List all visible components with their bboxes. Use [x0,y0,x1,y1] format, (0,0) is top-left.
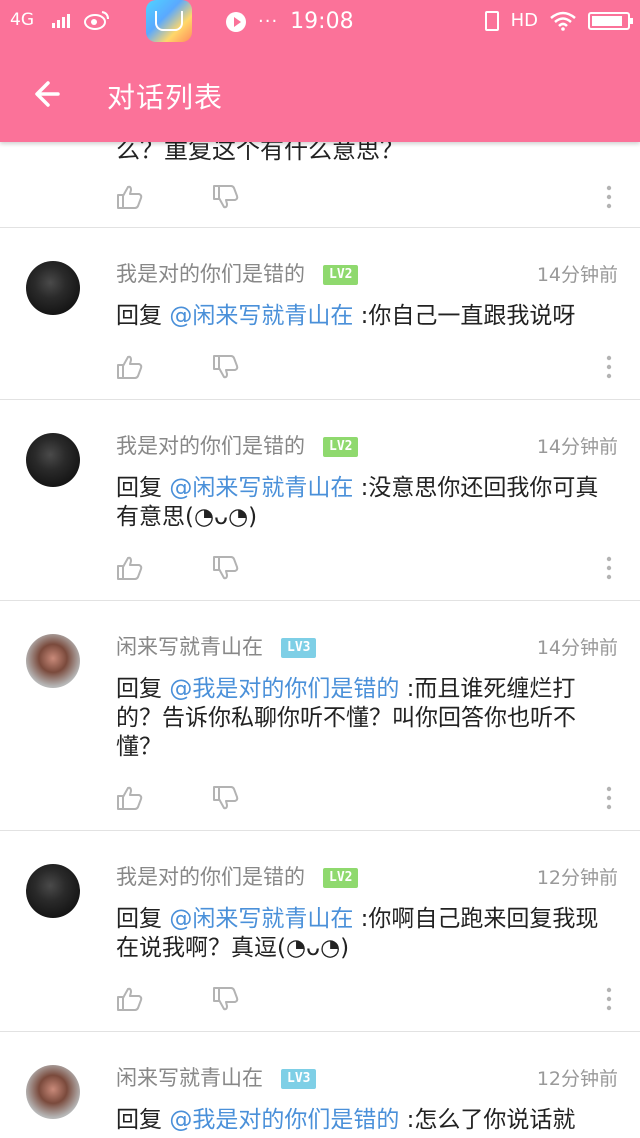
status-right: HD [484,10,633,31]
thumbs-down-icon[interactable] [212,785,240,811]
more-vertical-icon[interactable] [602,555,616,581]
timestamp: 14分钟前 [536,637,618,659]
username[interactable]: 我是对的你们是错的 LV2 [116,430,359,460]
thumbs-down-icon[interactable] [212,555,240,581]
thumbs-down-icon[interactable] [212,986,240,1012]
avatar[interactable] [26,634,80,688]
mention-link[interactable]: @闲来写就青山在 [169,303,353,329]
comment-actions [116,354,616,384]
more-vertical-icon[interactable] [602,354,616,380]
bilibili-app-icon [146,0,192,42]
comment-text: 么？重复这个有什么意思？ [116,142,404,164]
comment-text: 回复 @闲来写就青山在 :没意思你还回我你可真有意思(◔ᴗ◔) [116,475,599,530]
thumbs-up-icon[interactable] [116,986,144,1012]
hd-indicator: HD [510,10,538,31]
comment-actions [116,184,616,214]
weibo-icon [84,11,109,30]
sim-icon [484,10,499,31]
list-item-partial: 么？重复这个有什么意思？ [0,142,640,228]
comment-text: 回复 @闲来写就青山在 :你啊自己跑来回复我现在说我啊？真逗(◔ᴗ◔) [116,906,599,961]
thumbs-down-icon[interactable] [212,354,240,380]
avatar[interactable] [26,1065,80,1119]
thumbs-up-icon[interactable] [116,354,144,380]
list-item: 我是对的你们是错的 LV2 14分钟前 回复 @闲来写就青山在 :你自己一直跟我说… [0,228,640,400]
timestamp: 14分钟前 [536,436,618,458]
clock: 19:08 [290,9,354,34]
timestamp: 12分钟前 [536,1068,618,1090]
level-badge: LV3 [281,638,317,658]
more-vertical-icon[interactable] [602,986,616,1012]
more-vertical-icon[interactable] [602,184,616,210]
level-badge: LV2 [323,868,359,888]
list-item: 我是对的你们是错的 LV2 14分钟前 回复 @闲来写就青山在 :没意思你还回我你… [0,400,640,601]
list-item: 我是对的你们是错的 LV2 12分钟前 回复 @闲来写就青山在 :你啊自己跑来回复… [0,831,640,1032]
thumbs-down-icon[interactable] [212,184,240,210]
username[interactable]: 我是对的你们是错的 LV2 [116,258,359,288]
wifi-icon [550,11,576,31]
battery-icon [588,11,633,30]
thumbs-up-icon[interactable] [116,555,144,581]
timestamp: 14分钟前 [536,264,618,286]
comment-actions [116,555,616,585]
mention-link[interactable]: @我是对的你们是错的 [169,676,399,702]
username[interactable]: 我是对的你们是错的 LV2 [116,861,359,891]
list-item: 闲来写就青山在 LV3 12分钟前 回复 @我是对的你们是错的 :怎么了你说话就 [0,1032,640,1138]
level-badge: LV2 [323,265,359,285]
timestamp: 12分钟前 [536,867,618,889]
page-title: 对话列表 [107,81,224,114]
conversation-list: 么？重复这个有什么意思？ 我是对的你们是错的 LV2 14分钟前 回复 @闲来写就… [0,142,640,1138]
status-bar: 4G ··· 19:08 HD [0,0,640,46]
comment-actions [116,986,616,1016]
status-mid: ··· 19:08 [226,9,354,34]
thumbs-up-icon[interactable] [116,785,144,811]
level-badge: LV2 [323,437,359,457]
list-item: 闲来写就青山在 LV3 14分钟前 回复 @我是对的你们是错的 :而且谁死缠烂打的… [0,601,640,831]
mention-link[interactable]: @闲来写就青山在 [169,906,353,932]
username[interactable]: 闲来写就青山在 LV3 [116,631,317,661]
notification-more-dots: ··· [258,11,279,32]
more-vertical-icon[interactable] [602,785,616,811]
mention-link[interactable]: @闲来写就青山在 [169,475,353,501]
arrow-left-icon[interactable] [28,76,68,112]
username[interactable]: 闲来写就青山在 LV3 [116,1062,317,1092]
thumbs-up-icon[interactable] [116,184,144,210]
mention-link[interactable]: @我是对的你们是错的 [169,1107,399,1133]
avatar[interactable] [26,261,80,315]
status-left: 4G [10,10,110,30]
avatar[interactable] [26,433,80,487]
toolbar: 对话列表 [0,46,640,142]
media-play-icon [226,11,246,32]
comment-text: 回复 @闲来写就青山在 :你自己一直跟我说呀 [116,303,576,329]
comment-actions [116,785,616,815]
comment-text: 回复 @我是对的你们是错的 :而且谁死缠烂打的？告诉你私聊你听不懂？叫你回答你也… [116,676,576,760]
signal-icon [52,12,70,28]
level-badge: LV3 [281,1069,317,1089]
network-type: 4G [10,10,34,30]
comment-text: 回复 @我是对的你们是错的 :怎么了你说话就 [116,1107,576,1133]
avatar[interactable] [26,864,80,918]
